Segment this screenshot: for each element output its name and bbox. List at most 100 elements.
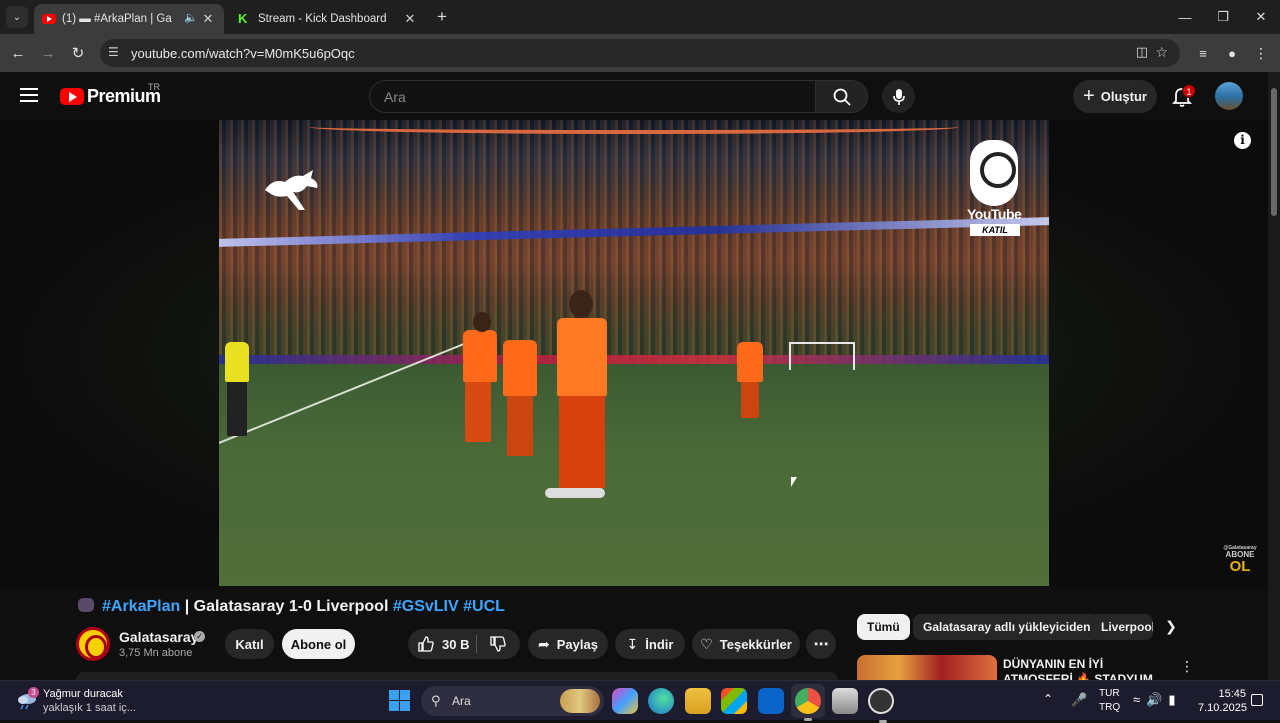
search-button[interactable] xyxy=(816,80,868,113)
related-video-menu-icon[interactable]: ⋮ xyxy=(1180,658,1194,675)
chrome-icon[interactable] xyxy=(791,684,825,721)
notification-center-icon[interactable] xyxy=(1251,694,1263,706)
reload-icon[interactable]: ↻ xyxy=(67,42,89,64)
mouse-cursor-icon xyxy=(791,477,797,487)
hashtag-link[interactable]: #ArkaPlan xyxy=(102,598,180,615)
input-language[interactable]: TUR xyxy=(1099,688,1120,699)
media-queue-icon[interactable]: ≡ xyxy=(1192,42,1214,64)
microsoft-store-icon[interactable] xyxy=(721,688,747,714)
forward-icon[interactable]: → xyxy=(37,42,59,64)
video-player[interactable]: YouTube KATIL xyxy=(219,120,1049,586)
minimize-icon[interactable]: — xyxy=(1166,0,1204,34)
taskbar-search[interactable]: ⚲ Ara xyxy=(421,686,604,716)
more-actions-icon[interactable]: ⋯ xyxy=(806,629,836,659)
tab-search-button[interactable]: ⌄ xyxy=(6,6,28,28)
player-boots xyxy=(545,488,605,498)
related-video-thumbnail[interactable] xyxy=(857,655,997,681)
thumbs-down-icon[interactable] xyxy=(490,636,506,652)
weather-detail[interactable]: yaklaşık 1 saat iç... xyxy=(43,702,136,714)
subscribe-button[interactable]: Abone ol xyxy=(282,629,355,659)
subscribe-watermark[interactable]: @Galatasaray ABONE OL xyxy=(1222,546,1258,575)
clock-time[interactable]: 15:45 xyxy=(1214,688,1246,700)
join-button[interactable]: Katıl xyxy=(225,629,274,659)
tab-kick[interactable]: K Stream - Kick Dashboard ✕ xyxy=(230,4,426,34)
tray-overflow-icon[interactable]: ⌃ xyxy=(1043,692,1053,706)
description-box-edge xyxy=(76,672,838,680)
close-window-icon[interactable]: ✕ xyxy=(1242,0,1280,34)
account-avatar[interactable] xyxy=(1215,82,1243,110)
kick-favicon-icon: K xyxy=(238,11,248,26)
new-tab-button[interactable]: + xyxy=(430,0,454,34)
profile-icon[interactable]: ● xyxy=(1221,42,1243,64)
back-icon[interactable]: ← xyxy=(7,42,29,64)
hamburger-menu-icon[interactable] xyxy=(20,88,38,102)
file-explorer-icon[interactable] xyxy=(685,688,711,714)
windows-start-icon[interactable] xyxy=(389,690,410,711)
referee-figure xyxy=(225,342,249,382)
clock-date[interactable]: 7.10.2025 xyxy=(1198,702,1247,714)
player-figure xyxy=(503,340,537,396)
page-scrollbar[interactable] xyxy=(1268,72,1280,680)
address-bar[interactable]: ☰ youtube.com/watch?v=M0mK5u6pOqc ◫ ☆ xyxy=(100,39,1180,67)
tab-youtube[interactable]: (1) ▬ #ArkaPlan | Galatasa 🔈 ✕ xyxy=(34,4,224,34)
edge-icon[interactable] xyxy=(648,688,674,714)
youtube-favicon-icon xyxy=(42,14,56,24)
plus-icon: + xyxy=(1083,85,1095,107)
chip-all[interactable]: Tümü xyxy=(857,614,910,640)
channel-name[interactable]: Galatasaray xyxy=(119,629,198,645)
notification-count-badge: 1 xyxy=(1182,84,1196,98)
url-text: youtube.com/watch?v=M0mK5u6pOqc xyxy=(131,46,355,61)
download-button[interactable]: ↧ İndir xyxy=(615,629,685,659)
subscriber-count: 3,75 Mn abone xyxy=(119,647,193,659)
download-label: İndir xyxy=(645,636,674,652)
search-box[interactable] xyxy=(369,80,816,113)
obs-icon[interactable] xyxy=(868,688,894,723)
hashtag-link[interactable]: #GSvLIV xyxy=(393,598,459,615)
share-button[interactable]: ➦ Paylaş xyxy=(528,629,608,659)
voice-search-button[interactable] xyxy=(882,80,915,113)
weather-badge: 3 xyxy=(28,687,39,698)
outlook-icon[interactable] xyxy=(758,688,784,714)
youtube-logo-icon[interactable] xyxy=(60,88,84,105)
video-title: #ArkaPlan | Galatasaray 1-0 Liverpool #G… xyxy=(78,598,505,616)
weather-title[interactable]: Yağmur duracak xyxy=(43,688,123,700)
input-layout[interactable]: TRQ xyxy=(1099,702,1120,713)
goal-frame xyxy=(789,342,855,370)
hashtag-link[interactable]: #UCL xyxy=(463,598,505,615)
wifi-volume-battery-icons[interactable]: ≈🔊▮ xyxy=(1133,692,1181,708)
referee-legs xyxy=(227,382,247,436)
tray-microphone-icon[interactable]: 🎤 xyxy=(1071,692,1087,708)
app-icon[interactable] xyxy=(832,688,858,714)
puma-logo-icon xyxy=(265,170,318,210)
like-dislike-group: 30 B xyxy=(408,629,520,659)
download-icon: ↧ xyxy=(626,635,639,652)
search-highlight-image xyxy=(560,689,600,713)
close-tab-icon[interactable]: ✕ xyxy=(200,11,216,27)
site-info-icon[interactable]: ☰ xyxy=(108,45,124,61)
browser-menu-icon[interactable]: ⋮ xyxy=(1250,42,1272,64)
chevron-right-icon[interactable]: ❯ xyxy=(1162,618,1180,636)
thanks-button[interactable]: ♡ Teşekkürler xyxy=(692,629,800,659)
info-icon[interactable]: i xyxy=(1234,132,1251,149)
related-video-title[interactable]: DÜNYANIN EN İYİ ATMOSFERİ 🔥 STADYUM YIKI… xyxy=(1003,657,1173,681)
copilot-icon[interactable] xyxy=(612,688,638,714)
search-input[interactable] xyxy=(384,89,784,105)
stadium-roof xyxy=(309,120,959,134)
cast-icon[interactable]: ◫ xyxy=(1136,44,1148,60)
player-head xyxy=(569,290,593,318)
chip-uploader[interactable]: Galatasaray adlı yükleyiciden xyxy=(913,614,1101,640)
galatasaray-crest-icon xyxy=(970,140,1018,206)
speaker-icon[interactable]: 🔈 xyxy=(184,11,198,24)
bookmark-star-icon[interactable]: ☆ xyxy=(1155,44,1168,61)
restore-icon[interactable]: ❐ xyxy=(1204,0,1242,34)
chevron-down-icon: ⌄ xyxy=(12,11,22,23)
create-button[interactable]: + Oluştur xyxy=(1073,80,1157,113)
create-label: Oluştur xyxy=(1100,89,1147,104)
channel-avatar[interactable] xyxy=(76,627,110,661)
chip-liverpool[interactable]: Liverpool xyxy=(1091,614,1153,640)
like-button[interactable]: 30 B xyxy=(418,636,469,652)
scrollbar-thumb[interactable] xyxy=(1271,88,1277,216)
close-tab-icon[interactable]: ✕ xyxy=(402,11,418,27)
share-arrow-icon: ➦ xyxy=(538,635,550,652)
search-icon xyxy=(833,88,851,106)
